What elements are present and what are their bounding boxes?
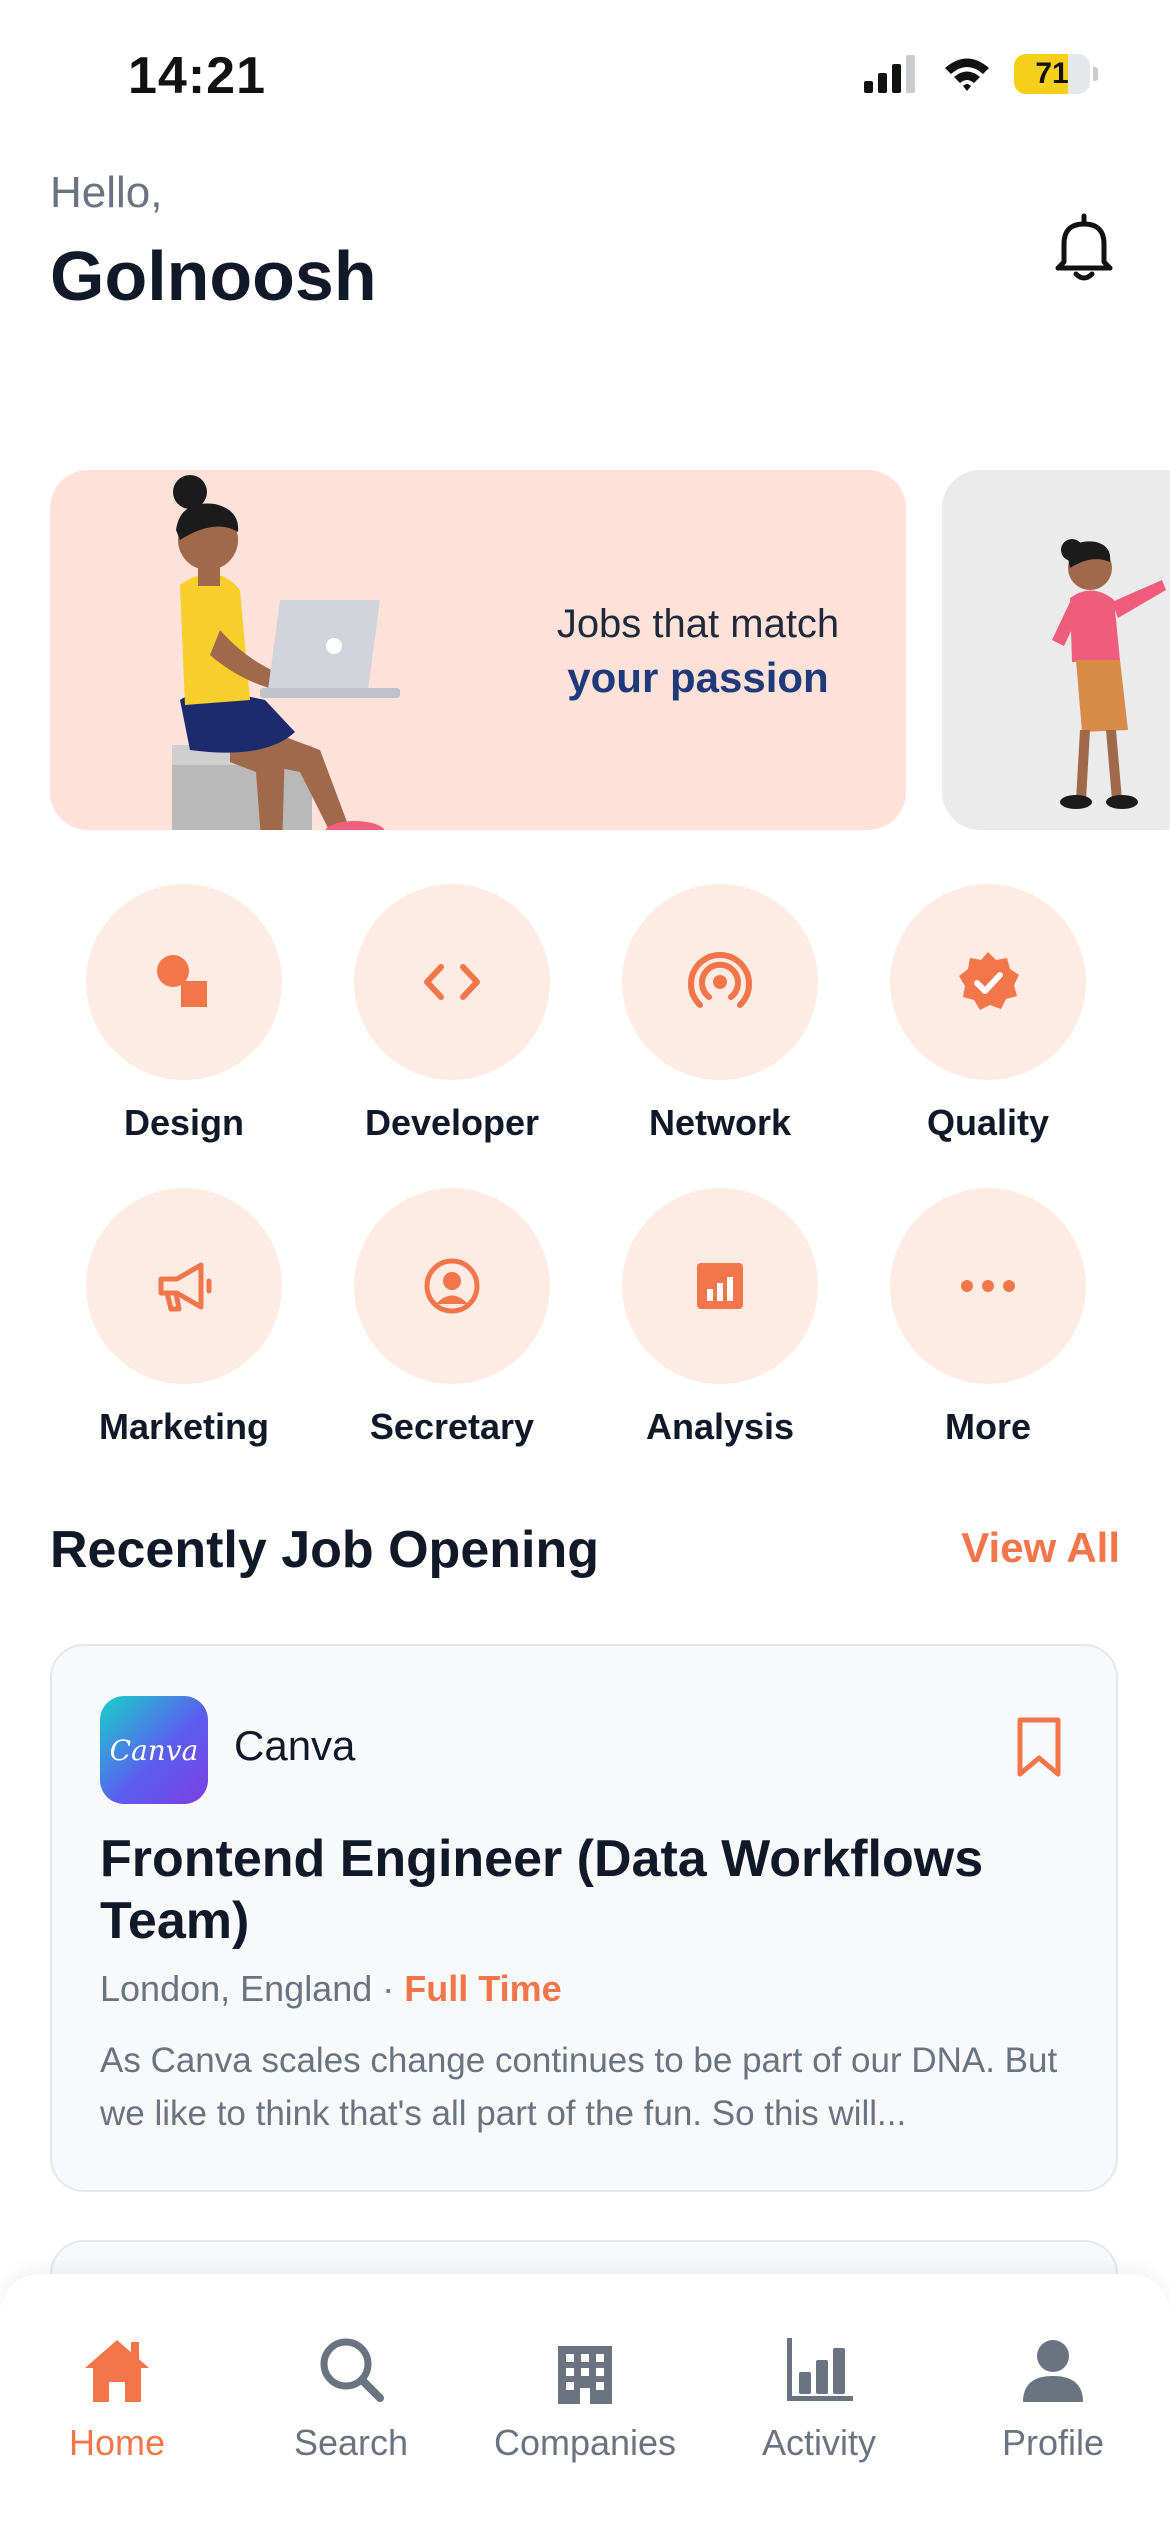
nav-profile[interactable]: Profile	[936, 2318, 1170, 2464]
category-marketing[interactable]: Marketing	[50, 1188, 318, 1448]
user-circle-icon	[424, 1258, 480, 1314]
category-label: More	[944, 1406, 1031, 1447]
illustration-woman-standing	[1052, 539, 1166, 809]
wifi-icon	[945, 58, 989, 91]
banner-headline: Jobs that match	[556, 602, 840, 646]
category-quality[interactable]: Quality	[854, 884, 1122, 1144]
category-secretary[interactable]: Secretary	[318, 1188, 586, 1448]
greeting-text: Hello,	[50, 168, 163, 217]
nav-label: Profile	[1001, 2422, 1105, 2463]
shapes-icon	[157, 955, 207, 1007]
nav-home[interactable]: Home	[0, 2318, 234, 2464]
category-label: Network	[648, 1102, 792, 1143]
bookmark-icon	[1017, 1717, 1061, 1777]
megaphone-icon	[158, 1262, 212, 1312]
battery-percentage: 71	[1035, 57, 1069, 90]
category-developer[interactable]: Developer	[318, 884, 586, 1144]
company-name: Canva	[234, 1722, 356, 1769]
category-network[interactable]: Network	[586, 884, 854, 1144]
building-icon	[558, 2346, 612, 2404]
job-location: London, England	[100, 1968, 373, 2009]
notifications-button[interactable]	[1044, 208, 1124, 288]
status-bar: 14:21 71	[0, 0, 1170, 150]
more-dots-icon	[961, 1280, 1015, 1292]
nav-companies[interactable]: Companies	[468, 2318, 702, 2464]
bookmark-button[interactable]	[1014, 1716, 1064, 1783]
status-icons: 71	[864, 54, 1098, 94]
job-card[interactable]: Canva Canva Frontend Engineer (Data Work…	[50, 1644, 1118, 2192]
user-name: Golnoosh	[50, 237, 377, 315]
bar-chart-icon	[697, 1263, 743, 1309]
home-icon	[85, 2340, 149, 2402]
search-icon	[320, 2338, 384, 2402]
nav-label: Home	[68, 2422, 166, 2463]
nav-label: Activity	[761, 2422, 876, 2463]
banner-highlight: your passion	[567, 654, 829, 701]
section-title: Recently Job Opening	[50, 1521, 599, 1579]
category-analysis[interactable]: Analysis	[586, 1188, 854, 1448]
nav-search[interactable]: Search	[234, 2318, 468, 2464]
illustration-woman-laptop	[172, 475, 400, 830]
category-label: Marketing	[98, 1406, 270, 1447]
profile-icon	[1023, 2340, 1083, 2402]
promo-banner-next[interactable]	[942, 470, 1170, 830]
job-description: As Canva scales change continues to be p…	[100, 2041, 1058, 2133]
category-design[interactable]: Design	[50, 884, 318, 1144]
category-label: Analysis	[645, 1406, 795, 1447]
job-type: Full Time	[404, 1968, 562, 2009]
nav-label: Companies	[493, 2422, 677, 2463]
view-all-link[interactable]: View All	[961, 1524, 1120, 1572]
activity-chart-icon	[787, 2338, 853, 2401]
battery-indicator: 71	[1014, 54, 1098, 94]
bottom-navigation: Home Search Companies Activity Profile	[0, 2274, 1170, 2532]
nav-activity[interactable]: Activity	[702, 2318, 936, 2464]
signal-icon	[688, 952, 752, 1008]
code-icon	[424, 964, 480, 1000]
company-logo: Canva	[100, 1696, 208, 1804]
category-label: Design	[123, 1102, 245, 1143]
status-time: 14:21	[128, 47, 266, 105]
job-meta: London, England · Full Time	[100, 1968, 562, 2010]
category-label: Secretary	[369, 1406, 535, 1447]
category-label: Quality	[926, 1102, 1050, 1143]
nav-label: Search	[293, 2422, 409, 2463]
cellular-signal-icon	[864, 55, 915, 93]
promo-banner[interactable]: Jobs that match your passion	[50, 470, 906, 830]
verified-badge-icon	[959, 952, 1019, 1010]
category-more[interactable]: More	[854, 1188, 1122, 1448]
bell-icon	[1055, 213, 1113, 281]
meta-separator: ·	[382, 1968, 395, 2009]
job-title: Frontend Engineer (Data Workflows Team)	[100, 1830, 984, 1950]
category-label: Developer	[364, 1102, 540, 1143]
